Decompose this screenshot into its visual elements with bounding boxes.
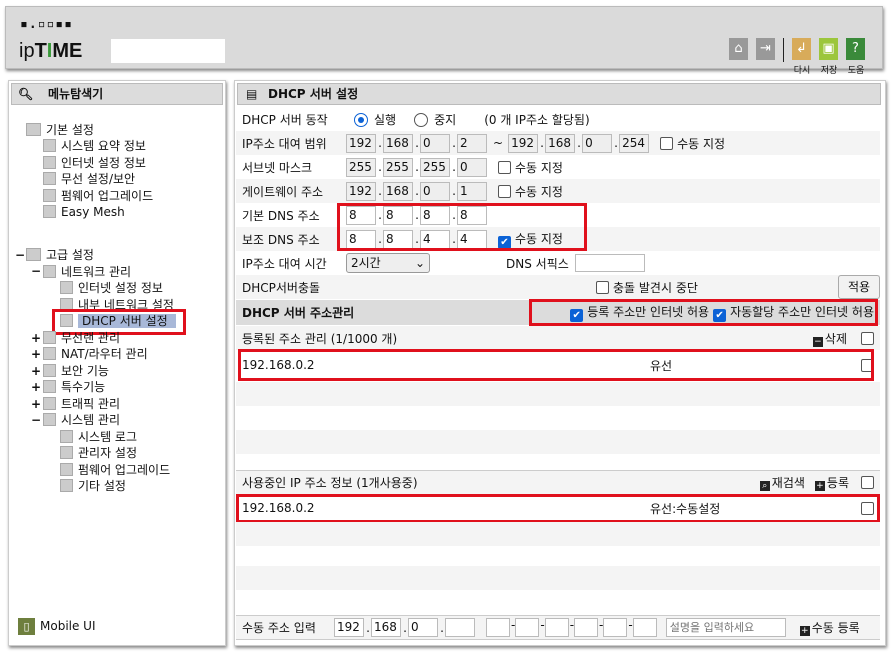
page-icon xyxy=(60,446,73,459)
mobile-ui-link[interactable]: ▯ Mobile UI xyxy=(18,618,96,636)
subnet-manual-checkbox[interactable]: 수동 지정 xyxy=(498,159,563,176)
refresh-icon[interactable]: ↲ xyxy=(792,38,811,60)
mac-input[interactable]: ----- xyxy=(486,618,658,637)
registered-header: 등록된 주소 관리 (1/1000 개) − 삭제 xyxy=(236,326,880,350)
home-icon[interactable]: ⌂ xyxy=(729,38,748,60)
chart-icon xyxy=(43,413,56,426)
sidebar-title: 🔍︎ 메뉴탐색기 xyxy=(11,83,223,105)
wifi-icon xyxy=(43,205,56,218)
tree-group[interactable]: 무선랜 관리 xyxy=(43,330,120,346)
wifi-icon xyxy=(43,331,56,344)
page-title: ▤ DHCP 서버 설정 xyxy=(237,83,881,105)
tree-item[interactable]: 시스템 요약 정보 xyxy=(43,138,146,154)
page-icon: ▤ xyxy=(246,87,258,101)
select-all-checkbox[interactable] xyxy=(861,331,874,345)
iptime-logo: ipTIME xyxy=(19,40,83,62)
radio-stop[interactable]: 중지 xyxy=(414,111,456,128)
save-icon[interactable]: ▣ xyxy=(819,38,838,60)
mobile-icon: ▯ xyxy=(18,618,35,635)
lock-icon xyxy=(43,364,56,377)
wifi-icon xyxy=(43,172,56,185)
special-icon xyxy=(43,380,56,393)
search-icon: 🔍︎ xyxy=(18,87,34,101)
assigned-status: (0 개 IP주소 할당됨) xyxy=(484,112,590,127)
monitor-icon xyxy=(43,156,56,169)
apply-button[interactable]: 적용 xyxy=(838,275,880,299)
network-icon xyxy=(43,265,56,278)
rescan-button[interactable]: ⌕ 재검색 xyxy=(759,474,805,491)
traffic-icon xyxy=(43,397,56,410)
lease-select[interactable]: 2시간 ⌄ xyxy=(346,253,430,273)
page-icon xyxy=(60,281,73,294)
tree-item[interactable]: 무선 설정/보안 xyxy=(43,171,135,187)
save-label: 저장 xyxy=(820,66,838,76)
tree-item[interactable]: Easy Mesh xyxy=(43,204,125,220)
tree-basic[interactable]: 기본 설정 xyxy=(26,122,94,138)
chart-icon xyxy=(43,139,56,152)
manual-input-row: 수동 주소 입력 192.168.0. ----- +수동 등록 xyxy=(236,615,880,640)
row-gateway: 게이트웨이 주소 192. 168. 0. 1 수동 지정 xyxy=(236,179,880,203)
delete-button[interactable]: − 삭제 xyxy=(812,330,847,347)
page-icon xyxy=(60,430,73,443)
description-input[interactable] xyxy=(665,618,786,637)
row-dhcp-op: DHCP 서버 동작 실행 중지 (0 개 IP주소 할당됨) xyxy=(242,111,590,128)
tree-system[interactable]: 시스템 관리 xyxy=(43,412,120,428)
row-ip-range: IP주소 대여 범위 192. 168. 0. 2 ~ 192. 168. 0. 254 수… xyxy=(236,131,880,155)
row-conflict: DHCP서버충돌 충돌 발견시 중단 적용 xyxy=(236,275,880,299)
tree-group[interactable]: 트래픽 관리 xyxy=(43,396,120,412)
tree-network[interactable]: 네트워크 관리 xyxy=(43,264,131,280)
tree-group[interactable]: NAT/라우터 관리 xyxy=(43,346,148,362)
refresh-label: 다시 xyxy=(793,66,811,76)
range-manual-checkbox[interactable]: 수동 지정 xyxy=(660,135,725,152)
logout-icon[interactable]: ⇥ xyxy=(756,38,775,60)
tree-group[interactable]: 보안 기능 xyxy=(43,363,109,379)
row-lease: IP주소 대여 시간 2시간 ⌄ DNS 서픽스 xyxy=(236,251,880,275)
folder-icon xyxy=(26,123,41,136)
tree-group[interactable]: 특수기능 xyxy=(43,379,105,395)
tree-item[interactable]: 펌웨어 업그레이드 xyxy=(60,462,170,478)
page-icon xyxy=(60,479,73,492)
tree-item[interactable]: 인터넷 설정 정보 xyxy=(60,280,163,296)
folder-icon xyxy=(26,248,41,261)
select-all-checkbox[interactable] xyxy=(861,476,874,489)
tree-item[interactable]: 관리자 설정 xyxy=(60,445,137,461)
inuse-header: 사용중인 IP 주소 정보 (1개사용중) ⌕ 재검색 + 등록 xyxy=(236,470,880,494)
tree-item[interactable]: 기타 설정 xyxy=(60,478,126,494)
chevron-down-icon: ⌄ xyxy=(414,256,425,270)
model-name-box xyxy=(111,39,225,63)
gateway-manual-checkbox[interactable]: 수동 지정 xyxy=(498,183,563,200)
tree-item[interactable]: 시스템 로그 xyxy=(60,429,137,445)
header: ▪.▫▫▪▪ ipTIME ⌂ ⇥ ↲ 다시 ▣ 저장 ? 도움 xyxy=(5,6,883,76)
manual-register-button[interactable]: + 수동 등록 xyxy=(799,619,860,636)
dns-suffix-input[interactable] xyxy=(574,254,645,272)
tree-item[interactable]: 인터넷 설정 정보 xyxy=(43,155,146,171)
tree-item[interactable]: 펌웨어 업그레이드 xyxy=(43,188,153,204)
radio-run[interactable]: 실행 xyxy=(354,111,396,128)
row-subnet: 서브넷 마스크 255. 255. 255. 0 수동 지정 xyxy=(242,157,563,177)
logo-dots: ▪.▫▫▪▪ xyxy=(20,17,73,32)
conflict-checkbox[interactable]: 충돌 발견시 중단 xyxy=(596,279,698,296)
help-icon[interactable]: ? xyxy=(846,38,865,60)
tree-advanced[interactable]: 고급 설정 xyxy=(26,247,94,263)
help-label: 도움 xyxy=(847,66,865,76)
upgrade-icon xyxy=(43,189,56,202)
register-button[interactable]: + 등록 xyxy=(814,474,849,491)
page-icon xyxy=(60,463,73,476)
router-icon xyxy=(43,347,56,360)
